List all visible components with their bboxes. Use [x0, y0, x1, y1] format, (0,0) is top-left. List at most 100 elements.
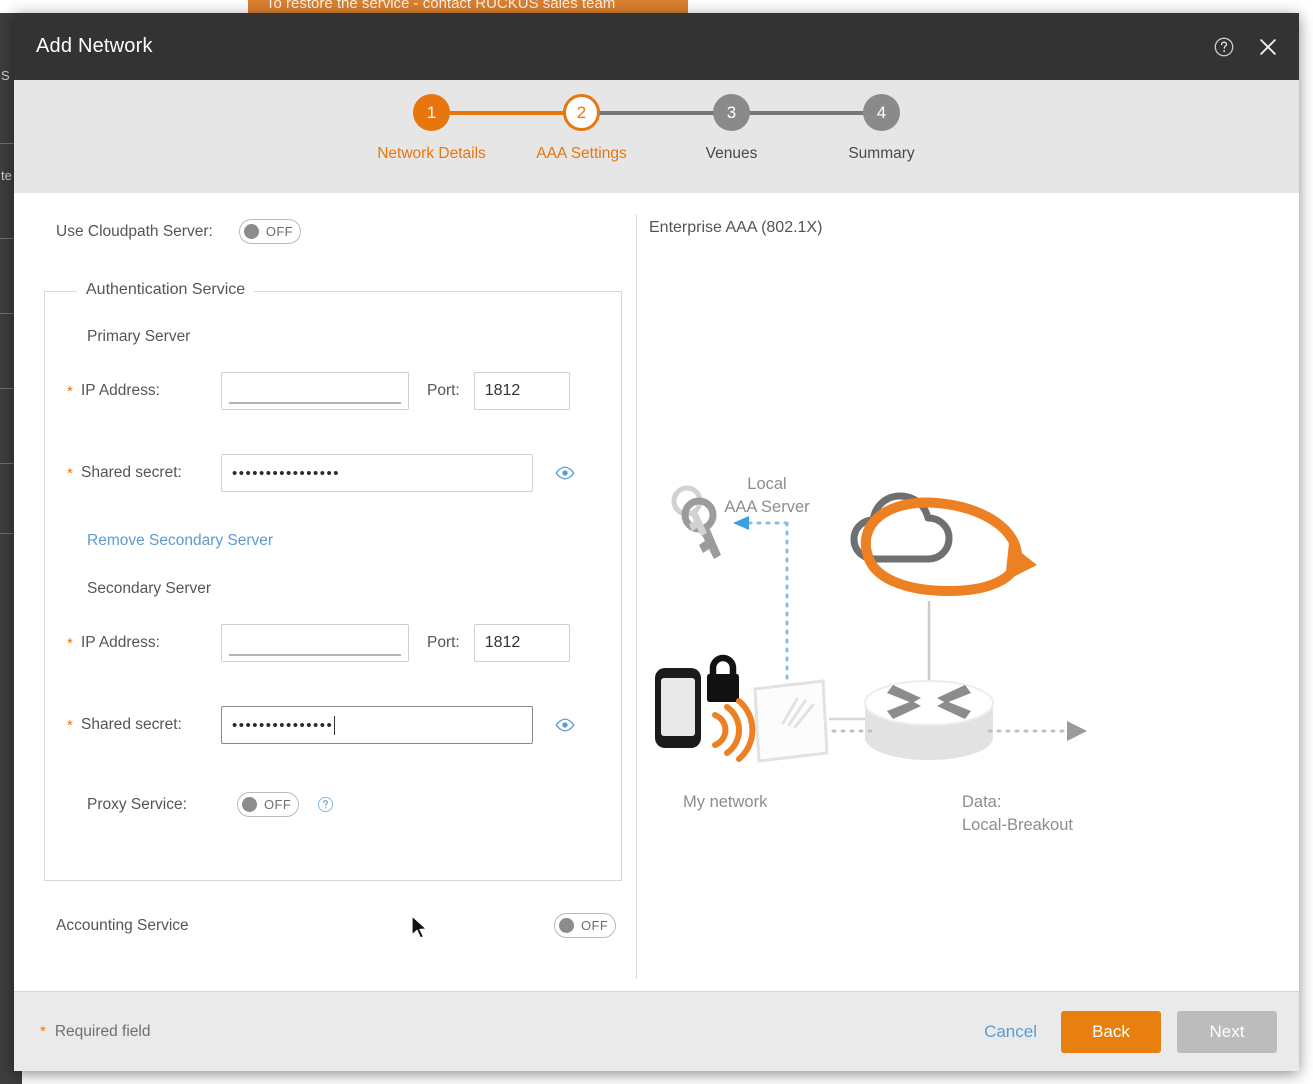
- wizard-step-1[interactable]: 1 Network Details: [357, 94, 582, 163]
- primary-secret-row: * Shared secret: ••••••••••••••••: [67, 454, 575, 492]
- service-banner: To restore the service - contact RUCKUS …: [248, 0, 688, 13]
- step-1-label: Network Details: [377, 145, 486, 162]
- step-connector-2-3: [581, 111, 732, 115]
- secondary-server-heading: Secondary Server: [87, 580, 212, 597]
- secondary-secret-input[interactable]: •••••••••••••••: [221, 706, 533, 744]
- padlock-icon: [707, 654, 739, 702]
- mobile-phone-icon: [655, 668, 701, 748]
- diagram-title: Enterprise AAA (802.1X): [649, 219, 823, 236]
- primary-port-input[interactable]: [473, 372, 570, 410]
- dialog-title: Add Network: [36, 35, 153, 57]
- wizard-step-3[interactable]: 3 Venues: [657, 94, 882, 163]
- use-cloudpath-toggle-state: OFF: [265, 224, 294, 239]
- proxy-service-toggle-state: OFF: [264, 797, 292, 812]
- diagram-label-data-line1: Data:: [962, 793, 1002, 811]
- accounting-service-toggle-state: OFF: [581, 918, 609, 933]
- dialog-footer-actions: Cancel Back Next: [976, 1010, 1277, 1053]
- required-indicator: *: [67, 634, 73, 652]
- use-cloudpath-label: Use Cloudpath Server:: [56, 222, 213, 240]
- required-indicator: *: [67, 464, 73, 482]
- eye-icon[interactable]: [555, 466, 575, 480]
- required-field-text: Required field: [54, 1022, 151, 1040]
- wizard-steps: 1 Network Details 2 AAA Settings 3 Venue…: [14, 94, 1299, 163]
- secondary-ip-row: * IP Address: Port:: [67, 624, 570, 662]
- dialog-body: Use Cloudpath Server: OFF Authentication…: [14, 193, 1299, 991]
- step-3-label: Venues: [705, 145, 758, 162]
- dialog-header: Add Network: [14, 13, 1299, 80]
- primary-server-heading: Primary Server: [87, 328, 191, 345]
- add-network-dialog: Add Network 1 Network Details 2 AAA Sett…: [14, 13, 1299, 1071]
- help-circle-icon[interactable]: [317, 796, 334, 813]
- secondary-port-label: Port:: [427, 634, 460, 651]
- data-path-arrow: [1067, 721, 1087, 741]
- required-indicator: *: [67, 382, 73, 400]
- primary-ip-label: IP Address:: [81, 382, 160, 399]
- primary-ip-row: * IP Address: Port:: [67, 372, 570, 410]
- step-2-label: AAA Settings: [536, 145, 627, 162]
- secondary-secret-label: Shared secret:: [81, 716, 182, 733]
- secondary-ip-input-wrap: [221, 624, 409, 662]
- wizard-step-4[interactable]: 4 Summary: [807, 94, 957, 163]
- required-indicator: *: [67, 716, 73, 734]
- wizard-step-2[interactable]: 2 AAA Settings: [507, 94, 732, 163]
- primary-secret-input[interactable]: ••••••••••••••••: [221, 454, 533, 492]
- step-4-circle: 4: [863, 94, 900, 131]
- dialog-footer: * Required field Cancel Back Next: [14, 991, 1299, 1071]
- diagram-label-local-aaa-line1: Local: [747, 475, 787, 493]
- close-icon[interactable]: [1257, 36, 1279, 58]
- secondary-secret-value: •••••••••••••••: [232, 716, 334, 734]
- step-2-number: 2: [576, 102, 587, 122]
- primary-port-label: Port:: [427, 382, 460, 399]
- help-circle-icon[interactable]: [1213, 36, 1235, 58]
- secondary-port-input[interactable]: [473, 624, 570, 662]
- diagram-label-data: Data: Local-Breakout: [962, 791, 1073, 838]
- primary-secret-value: ••••••••••••••••: [232, 464, 341, 482]
- eye-icon[interactable]: [555, 718, 575, 732]
- step-3-circle: 3: [713, 94, 750, 131]
- proxy-service-label: Proxy Service:: [87, 795, 187, 813]
- wifi-signal-icon: [712, 698, 756, 762]
- primary-ip-input[interactable]: [221, 372, 409, 410]
- proxy-service-toggle[interactable]: OFF: [237, 792, 299, 817]
- cancel-button[interactable]: Cancel: [976, 1011, 1045, 1053]
- accounting-service-label: Accounting Service: [56, 916, 189, 934]
- back-button[interactable]: Back: [1061, 1010, 1161, 1053]
- background-label-s: S: [1, 68, 10, 83]
- step-3-number: 3: [726, 102, 737, 122]
- step-2-circle: 2: [563, 94, 600, 131]
- next-button[interactable]: Next: [1177, 1010, 1277, 1053]
- use-cloudpath-toggle[interactable]: OFF: [238, 219, 301, 244]
- accounting-service-toggle[interactable]: OFF: [554, 913, 616, 938]
- step-4-number: 4: [876, 102, 887, 122]
- required-field-note: * Required field: [40, 1023, 151, 1041]
- diagram-label-data-line2: Local-Breakout: [962, 816, 1073, 835]
- required-field-star: *: [40, 1023, 46, 1040]
- primary-ip-input-wrap: [221, 372, 409, 410]
- service-banner-text: To restore the service - contact RUCKUS …: [266, 0, 616, 12]
- dialog-header-actions: [1213, 36, 1279, 58]
- step-connector-3-4: [731, 111, 882, 115]
- diagram-label-my-network: My network: [683, 793, 768, 811]
- text-caret: [334, 715, 336, 735]
- authentication-service-fieldset: Authentication Service Primary Server * …: [44, 281, 622, 881]
- toggle-knob: [559, 918, 574, 933]
- diagram-label-local-aaa-line2: AAA Server: [724, 498, 810, 517]
- proxy-service-row: Proxy Service: OFF: [87, 792, 334, 817]
- accounting-service-row: Accounting Service OFF: [14, 913, 636, 938]
- diagram-label-local-aaa: Local AAA Server: [682, 473, 852, 520]
- secondary-ip-autofill-underline: [229, 654, 401, 656]
- authentication-service-legend: Authentication Service: [77, 281, 255, 299]
- secondary-ip-input[interactable]: [221, 624, 409, 662]
- step-1-circle: 1: [413, 94, 450, 131]
- secondary-secret-row: * Shared secret: •••••••••••••••: [67, 706, 575, 744]
- remove-secondary-server-link[interactable]: Remove Secondary Server: [87, 532, 273, 550]
- router-icon: [864, 680, 994, 760]
- background-label-te: te: [1, 168, 12, 183]
- access-point-icon: [753, 679, 829, 763]
- secondary-ip-label: IP Address:: [81, 634, 160, 651]
- step-4-label: Summary: [848, 145, 915, 162]
- wizard-stepper: 1 Network Details 2 AAA Settings 3 Venue…: [14, 80, 1299, 193]
- network-diagram-panel: Enterprise AAA (802.1X) Local AAA Server…: [637, 193, 1299, 991]
- aaa-settings-form: Use Cloudpath Server: OFF Authentication…: [14, 193, 636, 991]
- primary-secret-label: Shared secret:: [81, 464, 182, 481]
